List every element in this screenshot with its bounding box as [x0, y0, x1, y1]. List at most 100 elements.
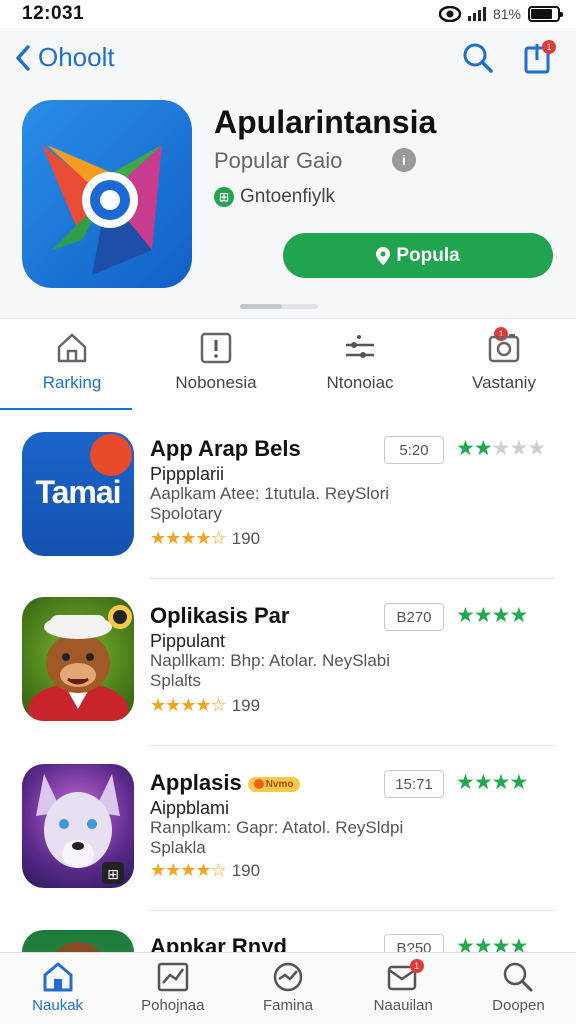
tab-label: Nobonesia	[175, 373, 257, 392]
item-rating: ★★★★☆ 199	[150, 695, 260, 716]
new-badge: Nvmo	[247, 776, 300, 792]
info-icon[interactable]: i	[392, 148, 416, 172]
bottom-nav-label: Naauilan	[373, 997, 433, 1014]
location-pin-icon	[376, 246, 391, 265]
pinwheel-logo-icon	[42, 145, 162, 275]
back-button[interactable]: Ohoolt	[14, 42, 115, 73]
item-title: Applasis Nvmo	[150, 770, 300, 796]
developer-icon: ⊞	[214, 187, 234, 207]
star-rating-icon: ★★★★☆	[150, 528, 227, 548]
green-star-rating: ★★★★	[456, 934, 528, 952]
sliders-icon	[346, 335, 374, 358]
notification-badge: 1	[542, 40, 556, 54]
camera-icon	[488, 334, 520, 363]
developer-row[interactable]: ⊞ Gntoenfiylk	[214, 186, 335, 208]
bottom-nav-label: Doopen	[492, 997, 545, 1014]
star-rating-icon: ★★★★☆	[150, 695, 227, 715]
app-header: Ohoolt 1 Apularintansia Popular Gaio i ⊞…	[0, 28, 576, 318]
home-icon	[57, 333, 87, 363]
green-star-rating: ★★★★	[456, 603, 528, 628]
partial-app-icon	[22, 930, 134, 952]
chevron-left-icon	[16, 44, 30, 71]
eye-icon	[438, 6, 461, 22]
stars-filled: ★★★★	[456, 771, 528, 794]
search-button[interactable]	[460, 40, 496, 76]
battery-icon	[528, 6, 563, 22]
rating-count: 190	[231, 860, 261, 880]
svg-text:⊞: ⊞	[107, 867, 119, 883]
page-indicator	[240, 304, 318, 309]
bottom-navigation: Naukak Pohojnaa Famina 1 Naauilan Doopen	[0, 952, 576, 1024]
bottom-nav-home[interactable]: Naukak	[0, 953, 115, 1024]
status-bar: 12:031 81%	[0, 0, 576, 28]
item-rating: ★★★★☆ 190	[150, 860, 260, 881]
search-icon	[504, 962, 533, 992]
tab-ntonoiac[interactable]: 1 Ntonoiac	[288, 319, 508, 410]
app-subtitle: Popular Gaio	[214, 148, 343, 173]
share-button[interactable]: 1	[520, 40, 556, 76]
bottom-nav-search[interactable]: Doopen	[461, 953, 576, 1024]
item-rating: ★★★★☆ 190	[150, 528, 260, 549]
get-button[interactable]: Popula	[283, 233, 553, 278]
price-button[interactable]: 15:71	[384, 770, 444, 798]
bottom-nav-label: Naukak	[32, 997, 84, 1014]
tamai-icon-text: Tamai	[35, 474, 121, 510]
wolf-character-icon: ⊞	[22, 764, 134, 888]
list-item[interactable]: Appkar Rnyd B?50 ★★★★	[0, 920, 576, 952]
get-button-label: Popula	[396, 244, 460, 266]
rating-count: 190	[231, 528, 261, 548]
divider	[150, 578, 554, 579]
item-title: Oplikasis Par	[150, 603, 290, 628]
gauge-icon	[273, 962, 303, 992]
back-label: Ohoolt	[38, 42, 115, 72]
stars-filled: ★★	[456, 437, 493, 460]
price-button[interactable]: B270	[384, 603, 444, 631]
stars-empty: ★★★	[491, 437, 546, 460]
tamai-app-icon: Tamai	[22, 432, 134, 556]
info-box-icon	[200, 332, 232, 364]
new-badge-text: Nvmo	[265, 778, 294, 790]
status-time: 12:031	[22, 3, 85, 24]
green-star-rating: ★★★★★	[456, 436, 546, 461]
status-icons: 81%	[438, 6, 563, 22]
stars-filled: ★★★★	[456, 935, 528, 952]
item-genre: Splalts	[150, 671, 202, 690]
home-icon	[43, 962, 73, 992]
item-description: Napllkam: Bhp: Atolar. NeySlabi	[150, 651, 391, 670]
category-tabs: Rarking Nobonesia 1 Ntonoiac Vastaniy	[0, 318, 576, 410]
battery-percent: 81%	[492, 6, 521, 22]
item-category: Pippplarii	[150, 464, 225, 484]
item-title: Appkar Rnyd	[150, 934, 287, 952]
bottom-nav-label: Pohojnaa	[141, 997, 205, 1014]
item-description: Aaplkam Atee: 1tutula. ReySlori	[150, 484, 390, 503]
rating-count: 199	[231, 695, 261, 715]
bear-character-icon	[22, 597, 134, 721]
battery-level	[531, 9, 552, 19]
chart-card-icon	[157, 962, 189, 992]
tab-label: Ntonoiac	[326, 373, 394, 392]
app-icon	[22, 100, 192, 288]
item-title-text: Applasis	[150, 770, 242, 795]
app-title: Apularintansia	[214, 104, 437, 140]
price-button[interactable]: 5:20	[384, 436, 444, 464]
item-genre: Spolotary	[150, 504, 222, 523]
developer-name: Gntoenfiylk	[240, 186, 336, 207]
signal-icon	[467, 7, 486, 21]
bottom-nav-messages[interactable]: 1 Naauilan	[346, 953, 461, 1024]
list-item[interactable]: ⊞ Applasis Nvmo Aippblami Ranplkam: Gapr:…	[0, 754, 576, 922]
stars-filled: ★★★★	[456, 604, 528, 627]
tab-vastaniy[interactable]: Vastaniy	[432, 319, 576, 410]
item-title: App Arap Bels	[150, 436, 301, 461]
star-rating-icon: ★★★★☆	[150, 860, 227, 880]
bottom-nav-games[interactable]: Famina	[230, 953, 345, 1024]
price-button[interactable]: B?50	[384, 934, 444, 952]
list-item[interactable]: Oplikasis Par Pippulant Napllkam: Bhp: A…	[0, 587, 576, 755]
search-icon	[463, 43, 493, 73]
list-item[interactable]: Tamai App Arap Bels Pippplarii Aaplkam A…	[0, 420, 576, 588]
tab-nobonesia[interactable]: Nobonesia	[144, 319, 288, 410]
tab-ranking[interactable]: Rarking	[0, 319, 144, 410]
bottom-nav-charts[interactable]: Pohojnaa	[115, 953, 230, 1024]
tab-label: Rarking	[42, 373, 102, 392]
green-star-rating: ★★★★	[456, 770, 528, 795]
divider	[150, 745, 554, 746]
